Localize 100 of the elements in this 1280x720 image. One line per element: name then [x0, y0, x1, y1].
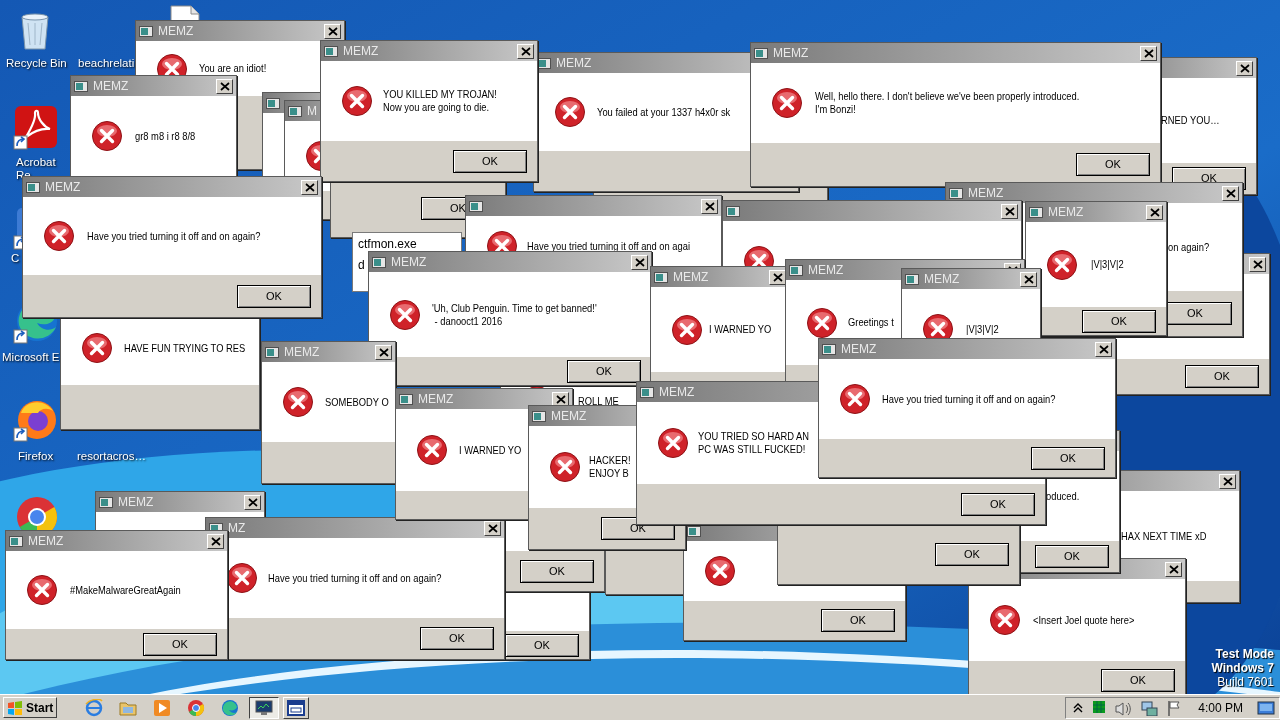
- icon-label[interactable]: Recycle Bin: [6, 57, 67, 70]
- close-icon: [1004, 206, 1015, 216]
- icon-label[interactable]: resortacros…: [77, 450, 147, 463]
- ok-button[interactable]: OK: [1185, 365, 1259, 388]
- error-icon: [1046, 248, 1078, 281]
- app-icon: [1029, 205, 1043, 219]
- icon-label[interactable]: C: [11, 252, 20, 265]
- window-title: MEMZ: [551, 410, 587, 422]
- window-title: MZ: [228, 522, 246, 534]
- window-icon: [287, 699, 306, 716]
- close-icon: [1168, 564, 1179, 574]
- ok-button[interactable]: OK: [453, 149, 527, 173]
- grid-tray-button[interactable]: [1092, 699, 1107, 716]
- browser-icon: [187, 698, 206, 717]
- close-button[interactable]: [631, 254, 648, 270]
- error-icon: [26, 574, 58, 606]
- list-item[interactable]: ctfmon.exe: [358, 234, 461, 255]
- message-text: HACKER! ENJOY B: [589, 454, 631, 480]
- message-text: on again?: [1168, 240, 1210, 254]
- error-icon: [704, 555, 736, 587]
- start-button[interactable]: Start: [3, 697, 58, 718]
- close-icon: [772, 272, 783, 282]
- close-button[interactable]: [1140, 45, 1157, 61]
- close-button[interactable]: [301, 179, 318, 195]
- ok-button[interactable]: OK: [520, 559, 594, 583]
- ok-button[interactable]: OK: [1082, 309, 1156, 333]
- close-icon: [1225, 188, 1236, 198]
- error-icon: [282, 386, 314, 418]
- message-text: HAX NEXT TIME xD: [1121, 529, 1207, 543]
- window-title: MEMZ: [418, 393, 454, 405]
- error-icon: [341, 85, 373, 117]
- close-icon: [1143, 48, 1154, 58]
- taskbar-button[interactable]: [249, 696, 280, 719]
- close-button[interactable]: [1001, 203, 1018, 219]
- message-text: I WARNED YO: [459, 443, 522, 457]
- close-button[interactable]: [244, 494, 261, 510]
- message-text: Have you tried turning it off and on again?: [882, 392, 1056, 406]
- pdf-app-icon: [13, 104, 59, 150]
- close-icon: [1098, 344, 1109, 354]
- ok-button[interactable]: OK: [505, 633, 579, 657]
- close-button[interactable]: [701, 198, 718, 214]
- close-button[interactable]: [1219, 473, 1236, 489]
- close-button[interactable]: [207, 533, 224, 549]
- ok-button[interactable]: OK: [1101, 668, 1175, 692]
- clock-text[interactable]: 4:00 PM: [1198, 698, 1243, 717]
- ok-button[interactable]: OK: [1076, 153, 1150, 176]
- message-text: I WARNED YO: [709, 323, 772, 336]
- flag-icon: [1166, 699, 1183, 716]
- close-button[interactable]: [1095, 341, 1112, 357]
- window-title: MEMZ: [28, 535, 64, 547]
- ok-button[interactable]: OK: [567, 359, 641, 383]
- ok-button[interactable]: OK: [961, 492, 1035, 516]
- close-button[interactable]: [1236, 60, 1253, 76]
- ok-button[interactable]: OK: [1031, 446, 1105, 470]
- close-button[interactable]: [216, 78, 233, 94]
- icon-label[interactable]: Microsoft E: [2, 351, 60, 364]
- system-notice-text: Build 7601: [1217, 675, 1274, 689]
- network-tray-button[interactable]: [1140, 699, 1159, 716]
- app-icon: [754, 46, 768, 60]
- close-button[interactable]: [1146, 204, 1163, 220]
- close-icon: [1222, 476, 1233, 486]
- close-button[interactable]: [1020, 271, 1037, 287]
- close-button[interactable]: [1165, 561, 1182, 577]
- ok-button[interactable]: OK: [420, 627, 494, 650]
- window-title: MEMZ: [773, 47, 809, 59]
- error-icon: [671, 313, 703, 346]
- error-icon: [989, 604, 1021, 636]
- close-button[interactable]: [1249, 256, 1266, 272]
- speaker-icon: [1114, 699, 1133, 716]
- browser-icon: [221, 698, 240, 717]
- app-icon: [266, 96, 280, 110]
- close-button[interactable]: [324, 23, 341, 39]
- close-button[interactable]: [517, 43, 534, 59]
- ok-button[interactable]: OK: [237, 284, 311, 308]
- icon-label[interactable]: beachrelati: [78, 57, 135, 70]
- flag-tray-button[interactable]: [1166, 699, 1183, 716]
- ok-button[interactable]: OK: [821, 609, 895, 632]
- window-title: MEMZ: [968, 187, 1004, 199]
- message-text: <Insert Joel quote here>: [1033, 613, 1135, 627]
- message-text: YOU TRIED SO HARD AN PC WAS STILL FUCKED!: [698, 430, 809, 456]
- speaker-tray-button[interactable]: [1114, 699, 1133, 716]
- close-icon: [1023, 274, 1034, 284]
- ok-button[interactable]: OK: [143, 632, 217, 656]
- error-icon: [657, 427, 689, 459]
- window-title: MEMZ: [93, 80, 129, 92]
- message-text: You failed at your 1337 h4x0r sk: [597, 105, 731, 119]
- ok-button[interactable]: OK: [935, 543, 1009, 566]
- message-text: RNED YOU…: [1161, 114, 1220, 127]
- message-text: Have you tried turning it off and on again?: [87, 229, 261, 243]
- icon-label[interactable]: Firefox: [18, 450, 54, 463]
- error-icon: [839, 383, 871, 415]
- error-icon: [554, 96, 586, 128]
- close-button[interactable]: [375, 344, 392, 360]
- app-icon: [905, 272, 919, 286]
- app-icon: [532, 409, 546, 423]
- show-desktop-button[interactable]: [1257, 699, 1275, 716]
- app-icon: [74, 79, 88, 93]
- close-button[interactable]: [1222, 185, 1239, 201]
- ok-button[interactable]: OK: [1035, 545, 1109, 568]
- system-notice-text: Windows 7: [1211, 661, 1274, 675]
